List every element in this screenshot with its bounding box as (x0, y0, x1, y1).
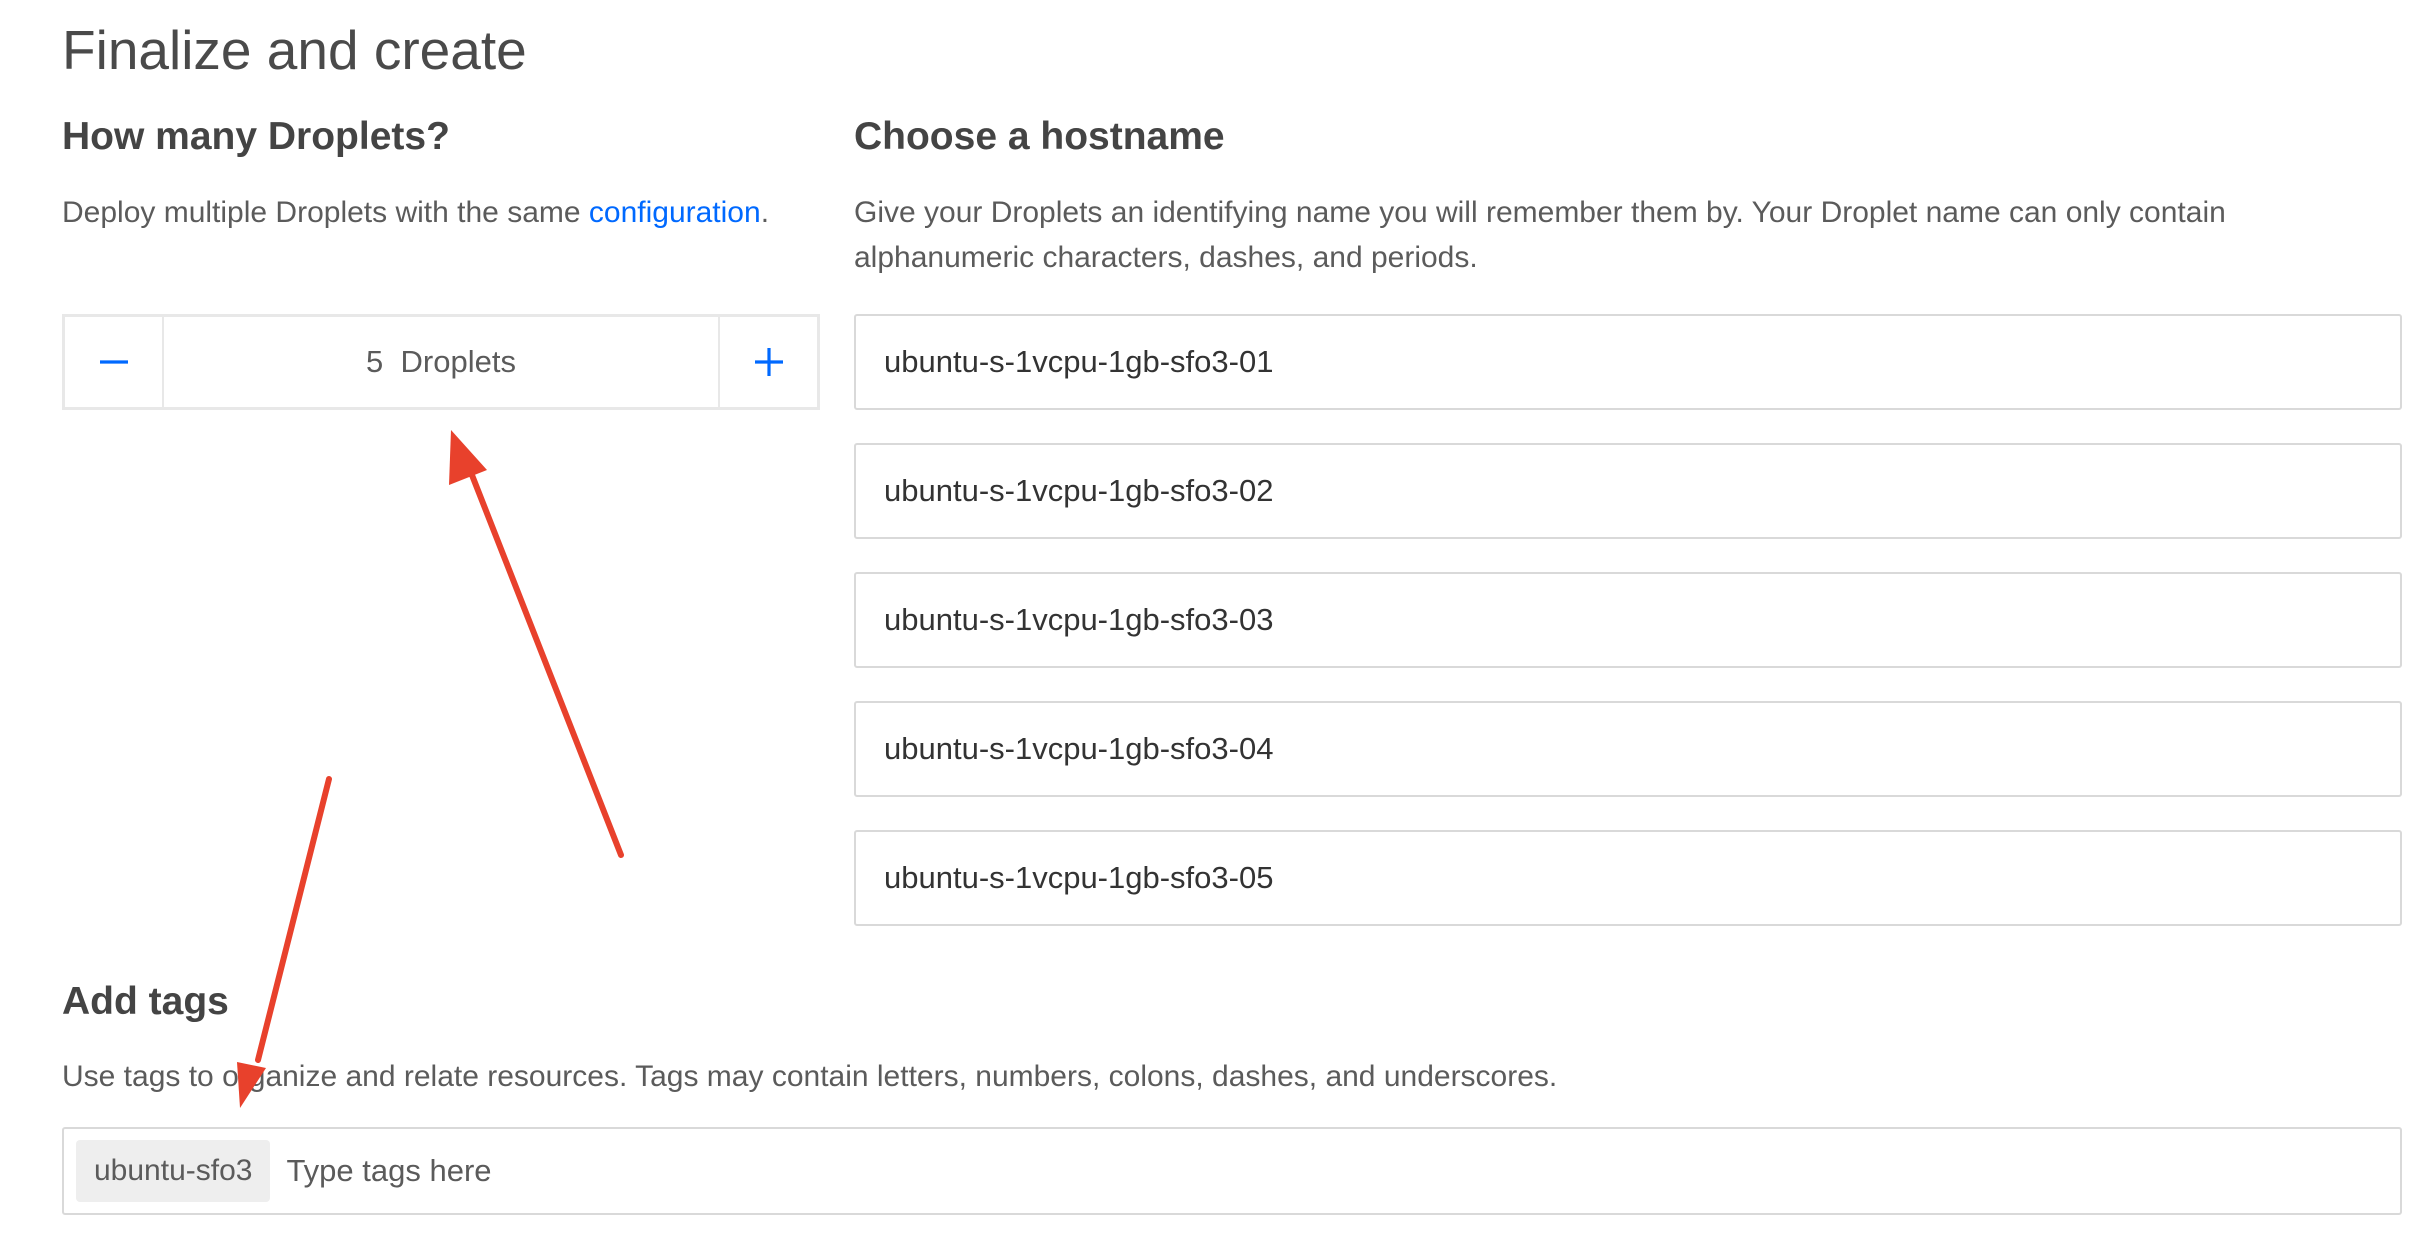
annotation-arrow-up (449, 430, 624, 858)
tags-field[interactable]: ubuntu-sfo3 (62, 1127, 2402, 1215)
droplets-heading: How many Droplets? (62, 115, 450, 158)
droplet-count-display: 5 Droplets (164, 317, 718, 407)
configuration-link[interactable]: configuration (589, 196, 761, 229)
droplets-description-text: Deploy multiple Droplets with the same (62, 196, 589, 229)
plus-icon (754, 348, 783, 376)
minus-icon (99, 360, 128, 364)
page-title: Finalize and create (62, 19, 527, 81)
finalize-and-create-section: Finalize and create How many Droplets? D… (0, 0, 2436, 1250)
hostname-input-3[interactable] (854, 572, 2402, 668)
droplets-description-period: . (760, 196, 770, 229)
hostname-input-2[interactable] (854, 443, 2402, 539)
tags-input[interactable] (284, 1140, 2400, 1202)
hostname-input-5[interactable] (854, 830, 2402, 926)
hostname-input-4[interactable] (854, 701, 2402, 797)
tags-description: Use tags to organize and relate resource… (62, 1060, 1558, 1093)
droplet-count-stepper: 5 Droplets (62, 314, 820, 410)
hostname-heading: Choose a hostname (854, 115, 1225, 158)
hostname-input-1[interactable] (854, 314, 2402, 410)
tags-heading: Add tags (62, 980, 229, 1023)
tag-chip[interactable]: ubuntu-sfo3 (76, 1140, 271, 1202)
droplet-count-unit: Droplets (400, 344, 516, 379)
droplets-description: Deploy multiple Droplets with the same c… (62, 190, 822, 235)
hostname-description: Give your Droplets an identifying name y… (854, 196, 2226, 274)
decrement-button[interactable] (65, 317, 164, 407)
increment-button[interactable] (718, 317, 817, 407)
droplet-count-value: 5 (366, 344, 384, 379)
